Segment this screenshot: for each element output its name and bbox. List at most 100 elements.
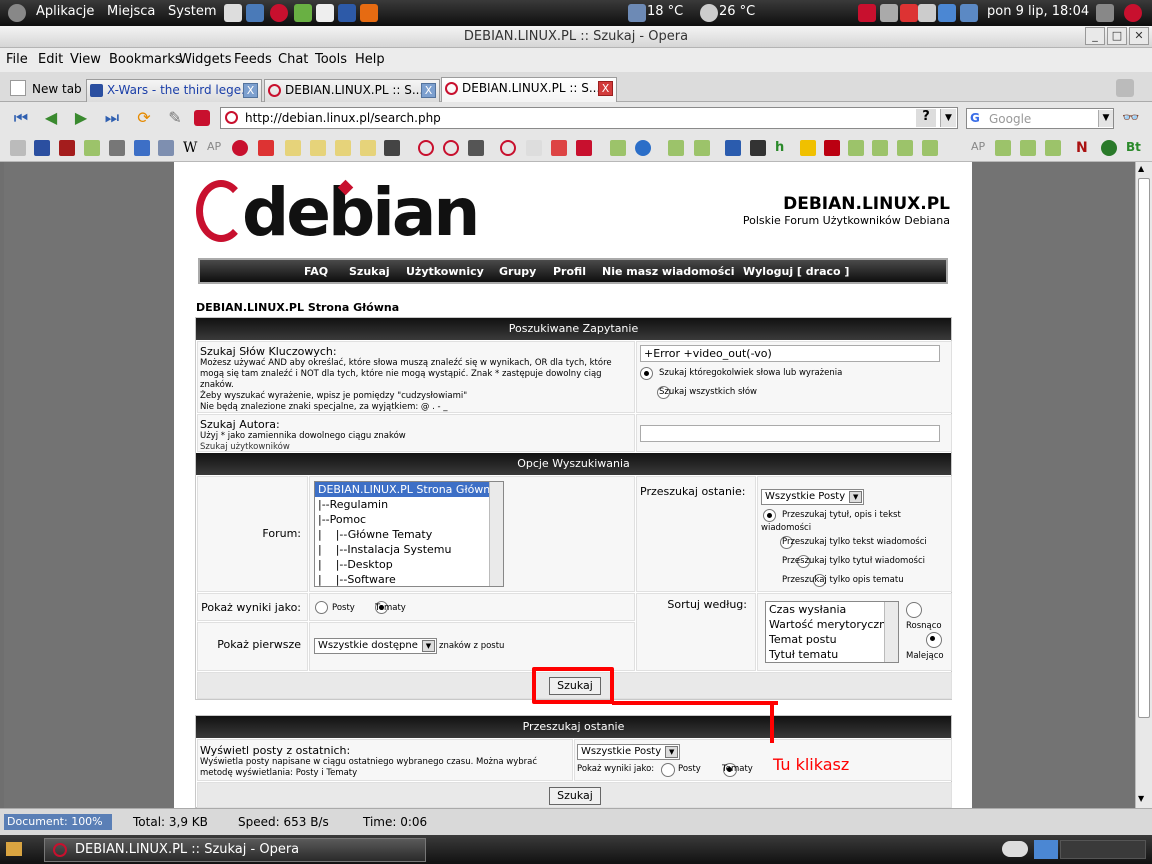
menu-bookmarks[interactable]: Bookmarks	[109, 52, 182, 67]
desc-radio[interactable]	[925, 632, 942, 648]
keywords-input[interactable]: +Error +video_out(-vo)	[640, 345, 940, 362]
recent2-select[interactable]: Wszystkie Posty ▼	[577, 744, 681, 760]
places-menu[interactable]: Miejsca	[107, 4, 155, 19]
recent-submit-button[interactable]: Szukaj	[549, 787, 601, 805]
bookmark-icon[interactable]	[526, 140, 542, 156]
bookmark-icon[interactable]	[335, 140, 351, 156]
tray-icon[interactable]	[918, 4, 936, 22]
bookmark-icon[interactable]	[824, 140, 840, 156]
new-tab-label[interactable]: New tab	[32, 82, 82, 96]
gnome-foot-icon[interactable]	[8, 4, 26, 22]
bookmark-icon[interactable]	[232, 140, 248, 156]
rewind-icon[interactable]: ⏮	[10, 108, 32, 128]
bookmark-icon[interactable]	[922, 140, 938, 156]
bookmark-icon[interactable]	[897, 140, 913, 156]
taskbar-item-opera[interactable]: DEBIAN.LINUX.PL :: Szukaj - Opera	[44, 838, 426, 862]
bookmark-icon[interactable]	[285, 140, 301, 156]
nav-faq[interactable]: FAQ	[304, 265, 328, 278]
volume-icon[interactable]	[1096, 4, 1114, 22]
menu-feeds[interactable]: Feeds	[234, 52, 272, 67]
forward-icon[interactable]: ▶	[70, 108, 92, 128]
search-dropdown-icon[interactable]: ▼	[1098, 110, 1113, 127]
bookmark-icon[interactable]: Bt	[1126, 140, 1142, 156]
bookmark-icon[interactable]	[635, 140, 651, 156]
bookmark-icon[interactable]	[725, 140, 741, 156]
back-icon[interactable]: ◀	[40, 108, 62, 128]
breadcrumb[interactable]: DEBIAN.LINUX.PL Strona Główna	[196, 301, 399, 314]
scrollbar-thumb[interactable]	[1138, 178, 1150, 718]
bookmark-icon[interactable]	[134, 140, 150, 156]
gmail-icon[interactable]	[551, 140, 567, 156]
bookmark-icon[interactable]	[310, 140, 326, 156]
menu-view[interactable]: View	[70, 52, 101, 67]
bookmark-icon[interactable]: N	[1076, 140, 1092, 156]
launcher-icon[interactable]	[360, 4, 378, 22]
search-field[interactable]: G Google ▼	[966, 108, 1114, 129]
sort-option[interactable]: Temat postu	[766, 632, 898, 647]
applications-menu[interactable]: Aplikacje	[36, 4, 94, 19]
sort-listbox[interactable]: Czas wysłania Wartość merytoryczna Temat…	[765, 601, 899, 663]
close-tab-icon[interactable]: X	[243, 83, 258, 98]
nav-profile[interactable]: Profil	[553, 265, 586, 278]
bookmark-icon[interactable]	[1101, 140, 1117, 156]
bookmark-icon[interactable]	[1045, 140, 1061, 156]
fast-forward-icon[interactable]: ⏭	[101, 108, 123, 128]
bookmark-icon[interactable]	[84, 140, 100, 156]
editor-launcher-icon[interactable]	[316, 4, 334, 22]
bookmark-icon[interactable]	[194, 110, 210, 126]
system-menu[interactable]: System	[168, 4, 216, 19]
forum-option[interactable]: | |--Desktop	[315, 557, 503, 572]
trash-icon[interactable]	[1116, 79, 1134, 97]
menu-widgets[interactable]: Widgets	[179, 52, 232, 67]
url-dropdown-icon[interactable]: ▼	[940, 109, 956, 127]
bookmark-icon[interactable]: AP	[207, 140, 223, 156]
show-posts-radio[interactable]	[315, 601, 328, 614]
forum-scrollbar[interactable]	[489, 482, 503, 586]
debian-swirl-icon[interactable]	[500, 140, 516, 156]
workspace-switcher[interactable]	[1034, 840, 1058, 859]
menu-tools[interactable]: Tools	[315, 52, 347, 67]
sort-option[interactable]: Tytuł tematu	[766, 647, 898, 662]
close-button[interactable]: ✕	[1129, 27, 1149, 45]
nav-users[interactable]: Użytkownicy	[406, 265, 484, 278]
close-tab-icon[interactable]: X	[421, 83, 436, 98]
help-icon[interactable]: ?	[916, 109, 936, 127]
forum-option[interactable]: DEBIAN.LINUX.PL Strona Główna	[315, 482, 503, 497]
forum-option[interactable]: | |--Główne Tematy	[315, 527, 503, 542]
reload-icon[interactable]: ⟳	[133, 108, 155, 128]
debian-swirl-icon[interactable]	[418, 140, 434, 156]
maximize-button[interactable]: □	[1107, 27, 1127, 45]
sort-option[interactable]: Czas wysłania	[766, 602, 898, 617]
tab-xwars[interactable]: X-Wars - the third lege... X	[86, 79, 262, 102]
bookmark-icon[interactable]: AP	[971, 140, 987, 156]
bookmark-icon[interactable]	[848, 140, 864, 156]
show-desktop-icon[interactable]	[6, 842, 22, 856]
forum-option[interactable]: | |--Software	[315, 572, 503, 586]
menu-help[interactable]: Help	[355, 52, 385, 67]
launcher-icon[interactable]	[338, 4, 356, 22]
match-any-radio[interactable]	[640, 367, 653, 380]
bookmark-icon[interactable]	[59, 140, 75, 156]
menu-file[interactable]: File	[6, 52, 28, 67]
terminal-launcher-icon[interactable]	[224, 4, 242, 22]
bookmark-icon[interactable]	[750, 140, 766, 156]
nav-messages[interactable]: Nie masz wiadomości	[602, 265, 735, 278]
bookmark-icon[interactable]	[694, 140, 710, 156]
asc-radio[interactable]	[906, 602, 922, 618]
nav-search[interactable]: Szukaj	[349, 265, 390, 278]
menu-chat[interactable]: Chat	[278, 52, 308, 67]
bookmark-icon[interactable]: h	[775, 140, 791, 156]
tray-icon[interactable]	[858, 4, 876, 22]
tray-icon[interactable]	[1124, 4, 1142, 22]
tray-icon[interactable]	[938, 4, 956, 22]
author-input[interactable]	[640, 425, 940, 442]
bookmark-icon[interactable]	[109, 140, 125, 156]
tray-icon[interactable]	[880, 4, 898, 22]
bookmark-icon[interactable]	[10, 140, 26, 156]
bookmark-icon[interactable]	[1020, 140, 1036, 156]
scroll-down-icon[interactable]: ▼	[1138, 794, 1144, 803]
launcher-icon[interactable]	[246, 4, 264, 22]
network-icon[interactable]	[960, 4, 978, 22]
debian-swirl-icon[interactable]	[443, 140, 459, 156]
bookmark-icon[interactable]	[384, 140, 400, 156]
